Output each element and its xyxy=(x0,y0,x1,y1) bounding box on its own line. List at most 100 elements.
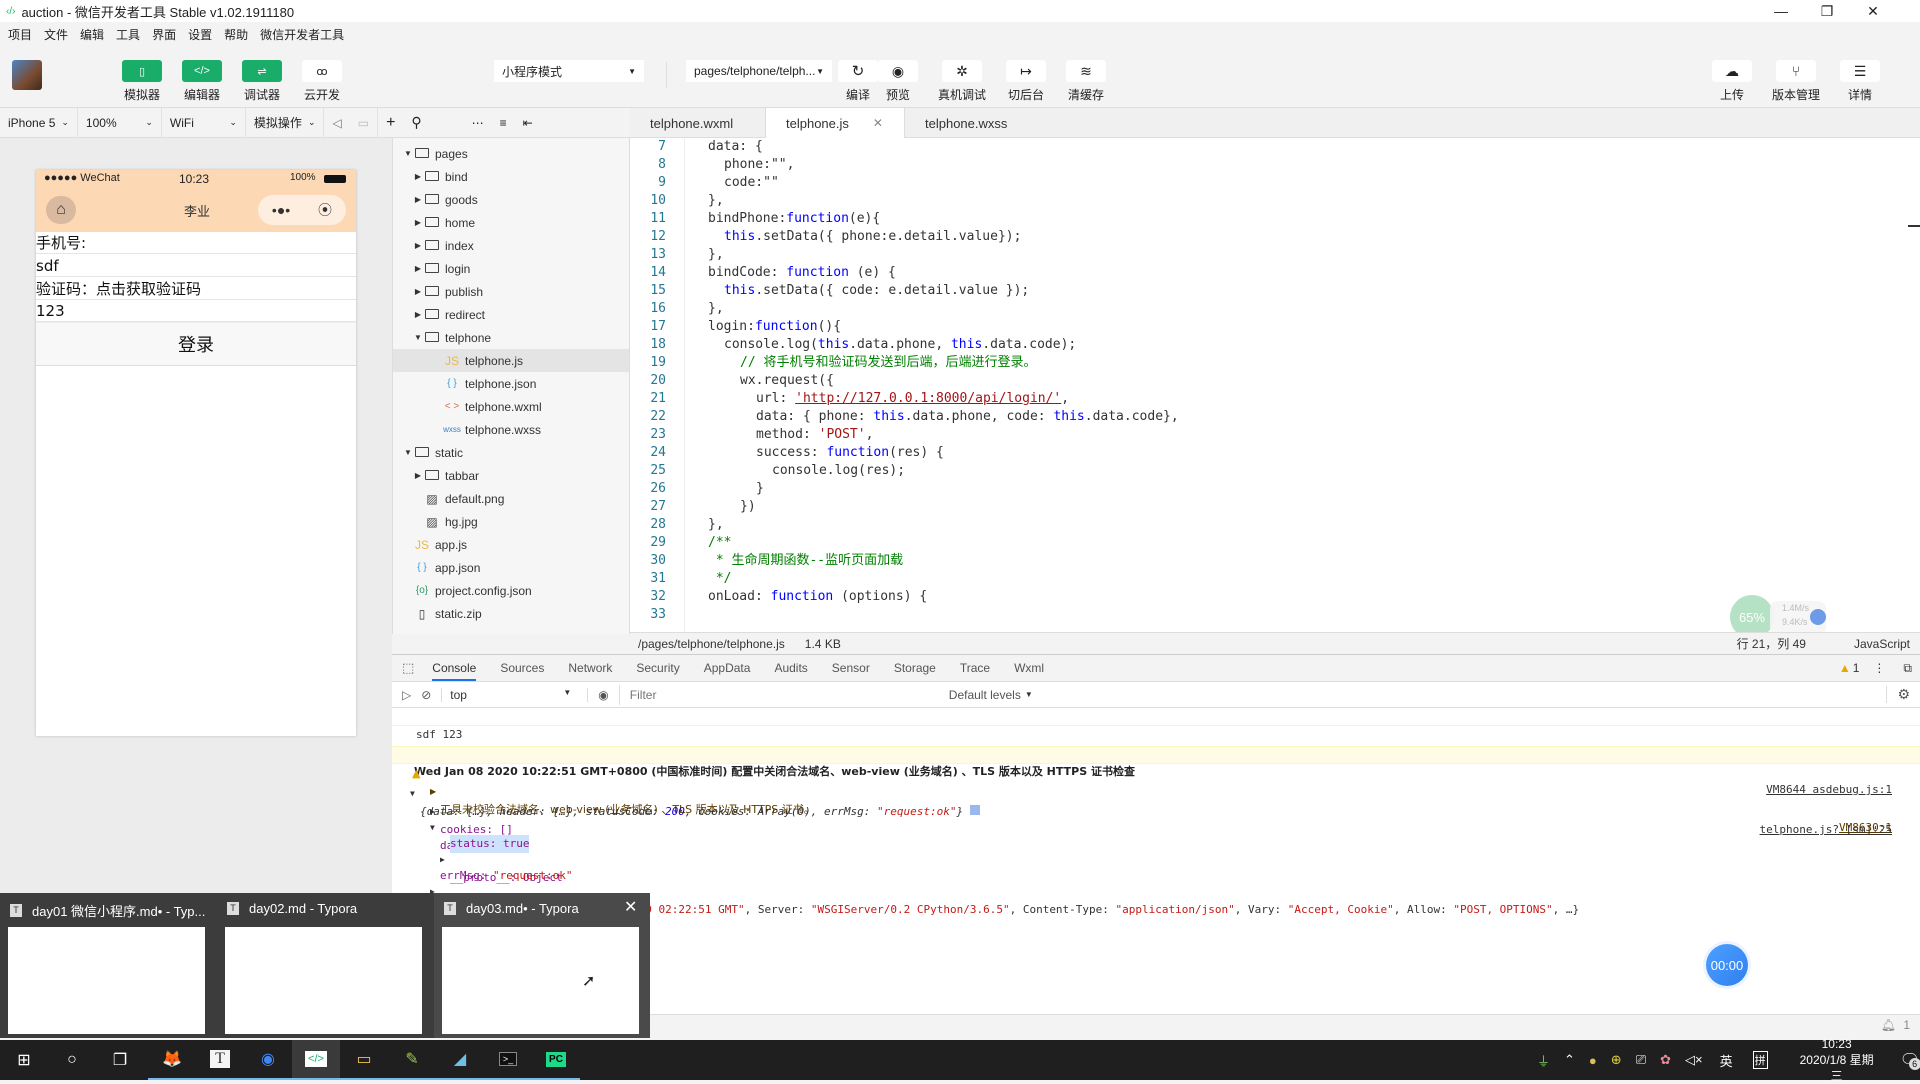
sort-icon[interactable]: ≡ xyxy=(492,108,515,138)
user-avatar[interactable] xyxy=(12,60,42,90)
devtab-sources[interactable]: Sources xyxy=(500,661,544,675)
collapsed-arrow-icon[interactable]: ▶ xyxy=(413,264,423,273)
clear-console-icon[interactable]: ⊘ xyxy=(421,688,431,702)
bell-icon[interactable]: 🔔︎ xyxy=(1881,1018,1896,1032)
code-line[interactable]: 18 console.log(this.data.phone, this.data… xyxy=(630,336,1870,354)
more-icon[interactable]: ⋯ xyxy=(464,108,492,138)
tree-item-tabbar[interactable]: ▶ tabbar xyxy=(393,464,629,487)
taskbar-app-file-explorer[interactable]: ▭ xyxy=(340,1040,388,1080)
cloud-dev-button[interactable]: ꝏ 云开发 xyxy=(296,60,348,103)
code-line[interactable]: 23 method: 'POST', xyxy=(630,426,1870,444)
code-line[interactable]: 30 * 生命周期函数--监听页面加载 xyxy=(630,552,1870,570)
taskbar-app-notepad[interactable]: ✎ xyxy=(388,1040,436,1080)
code-line[interactable]: 17 login:function(){ xyxy=(630,318,1870,336)
taskbar-app-windows-start[interactable]: ⊞ xyxy=(0,1040,48,1080)
background-button[interactable]: ↦ 切后台 xyxy=(1000,60,1052,103)
code-line[interactable]: 16}, xyxy=(630,300,1870,318)
tree-item-default-png[interactable]: ▨ default.png xyxy=(393,487,629,510)
code-line[interactable]: 13}, xyxy=(630,246,1870,264)
taskbar-app-terminal[interactable]: >_ xyxy=(484,1040,532,1080)
code-line[interactable]: 31 */ xyxy=(630,570,1870,588)
network-select[interactable]: WiFi ⌄ xyxy=(162,107,246,138)
clock[interactable]: 10:23 2020/1/8 星期三 xyxy=(1796,1036,1878,1084)
usb-icon[interactable]: ⏚ xyxy=(1537,1051,1550,1070)
collapsed-arrow-icon[interactable]: ▶ xyxy=(413,218,423,227)
menu-view[interactable]: 界面 xyxy=(152,26,176,43)
code-line[interactable]: 20 wx.request({ xyxy=(630,372,1870,390)
preview-window-day03[interactable]: Tday03.md• - Typora ✕ ➚ xyxy=(434,893,650,1038)
preview-window-day01[interactable]: Tday01 微信小程序.md• - Typ... xyxy=(0,893,205,1038)
language-mode[interactable]: JavaScript xyxy=(1854,637,1910,651)
code-line[interactable]: 32 onLoad: function (options) { xyxy=(630,588,1870,606)
network-icon[interactable]: ⎚ xyxy=(1636,1052,1646,1068)
devtab-wxml[interactable]: Wxml xyxy=(1014,661,1044,675)
expanded-arrow-icon[interactable]: ▼ xyxy=(413,333,423,342)
close-circle-icon[interactable]: ⦿ xyxy=(318,200,332,220)
code-line[interactable]: 24 success: function(res) { xyxy=(630,444,1870,462)
devtab-trace[interactable]: Trace xyxy=(960,661,990,675)
clear-cache-button[interactable]: ≋ 清缓存 xyxy=(1060,60,1112,103)
tree-item-app-js[interactable]: JS app.js xyxy=(393,533,629,556)
tree-item-telphone-wxss[interactable]: wxss telphone.wxss xyxy=(393,418,629,441)
collapsed-arrow-icon[interactable]: ▶ xyxy=(413,310,423,319)
menu-devtools[interactable]: 微信开发者工具 xyxy=(260,26,344,43)
tree-item-bind[interactable]: ▶ bind xyxy=(393,165,629,188)
restore-button[interactable]: ❐ xyxy=(1804,0,1850,22)
inspect-element-icon[interactable]: ⬚ xyxy=(402,660,414,676)
close-tab-icon[interactable]: ✕ xyxy=(873,116,883,130)
code-line[interactable]: 22 data: { phone: this.data.phone, code: … xyxy=(630,408,1870,426)
live-expression-eye-icon[interactable]: ◉ xyxy=(587,687,609,702)
code-line[interactable]: 25 console.log(res); xyxy=(630,462,1870,480)
log-levels-select[interactable]: Default levels xyxy=(949,688,1021,702)
home-icon[interactable]: ⌂ xyxy=(46,196,76,224)
upload-button[interactable]: ☁ 上传 xyxy=(1706,60,1758,103)
code-editor[interactable]: 7 data: {8 phone:"", 9 code:"" 10}, 11 bindPhon… xyxy=(630,138,1920,632)
taskbar-app-wechat-devtools[interactable]: </> xyxy=(292,1040,340,1080)
console-settings-icon[interactable]: ⚙ xyxy=(1886,686,1910,703)
code-input[interactable]: 123 xyxy=(36,300,356,322)
tree-item-static-zip[interactable]: ▯ static.zip xyxy=(393,602,629,625)
undock-icon[interactable]: ⧉ xyxy=(1903,661,1912,676)
devtab-sensor[interactable]: Sensor xyxy=(832,661,870,675)
capsule-menu[interactable]: •●• ⦿ xyxy=(258,195,346,225)
login-button[interactable]: 登录 xyxy=(36,322,356,366)
menu-project[interactable]: 项目 xyxy=(8,26,32,43)
tree-item-publish[interactable]: ▶ publish xyxy=(393,280,629,303)
tree-item-telphone-json[interactable]: { } telphone.json xyxy=(393,372,629,395)
more-dots-icon[interactable]: •●• xyxy=(272,202,290,218)
network-monitor-widget[interactable]: 65% 1.4M/s 9.4K/s xyxy=(1730,595,1828,639)
devtab-audits[interactable]: Audits xyxy=(774,661,807,675)
remote-debug-button[interactable]: ✲ 真机调试 xyxy=(936,60,988,103)
device-select[interactable]: iPhone 5 ⌄ xyxy=(0,107,78,138)
editor-button[interactable]: </> 编辑器 xyxy=(176,60,228,103)
expanded-arrow-icon[interactable]: ▼ xyxy=(403,448,413,457)
action-center-icon[interactable]: 🗨︎6 xyxy=(1900,1050,1920,1070)
version-button[interactable]: ⑂ 版本管理 xyxy=(1770,60,1822,103)
mode-select[interactable]: 小程序模式 ▼ xyxy=(494,60,644,82)
tree-item-hg-jpg[interactable]: ▨ hg.jpg xyxy=(393,510,629,533)
tab-telphone-js[interactable]: telphone.js ✕ xyxy=(766,108,904,138)
tree-item-app-json[interactable]: { } app.json xyxy=(393,556,629,579)
menu-settings[interactable]: 设置 xyxy=(188,26,212,43)
code-line[interactable]: 26} xyxy=(630,480,1870,498)
warning-icon[interactable]: ▲ xyxy=(1839,661,1851,675)
menu-edit[interactable]: 编辑 xyxy=(80,26,104,43)
code-line[interactable]: 14 bindCode: function (e) { xyxy=(630,264,1870,282)
tree-item-index[interactable]: ▶ index xyxy=(393,234,629,257)
preview-window-day02[interactable]: Tday02.md - Typora xyxy=(217,893,422,1038)
taskbar-app-typora[interactable]: T xyxy=(196,1040,244,1080)
zoom-select[interactable]: 100% ⌄ xyxy=(78,107,162,138)
simulator-button[interactable]: ▯ 模拟器 xyxy=(116,60,168,103)
tree-item-telphone-wxml[interactable]: < > telphone.wxml xyxy=(393,395,629,418)
collapse-panel-icon[interactable]: ⇤ xyxy=(515,108,541,138)
code-line[interactable]: 7 data: { xyxy=(630,138,1870,156)
console-warning-entry[interactable]: ▲ ▶ 工具未校验合法域名、web-view (业务域名) 、TLS 版本以及 … xyxy=(392,746,1920,834)
minimize-button[interactable]: — xyxy=(1758,0,1804,22)
tree-item-static[interactable]: ▼ static xyxy=(393,441,629,464)
menu-tools[interactable]: 工具 xyxy=(116,26,140,43)
tray-add-icon[interactable]: ⊕ xyxy=(1611,1052,1622,1068)
recording-timer[interactable]: 00:00 xyxy=(1706,944,1748,986)
close-window-button[interactable]: ✕ xyxy=(1850,0,1896,22)
context-select[interactable]: top ▼ xyxy=(441,687,577,702)
phone-input[interactable]: sdf xyxy=(36,255,356,277)
